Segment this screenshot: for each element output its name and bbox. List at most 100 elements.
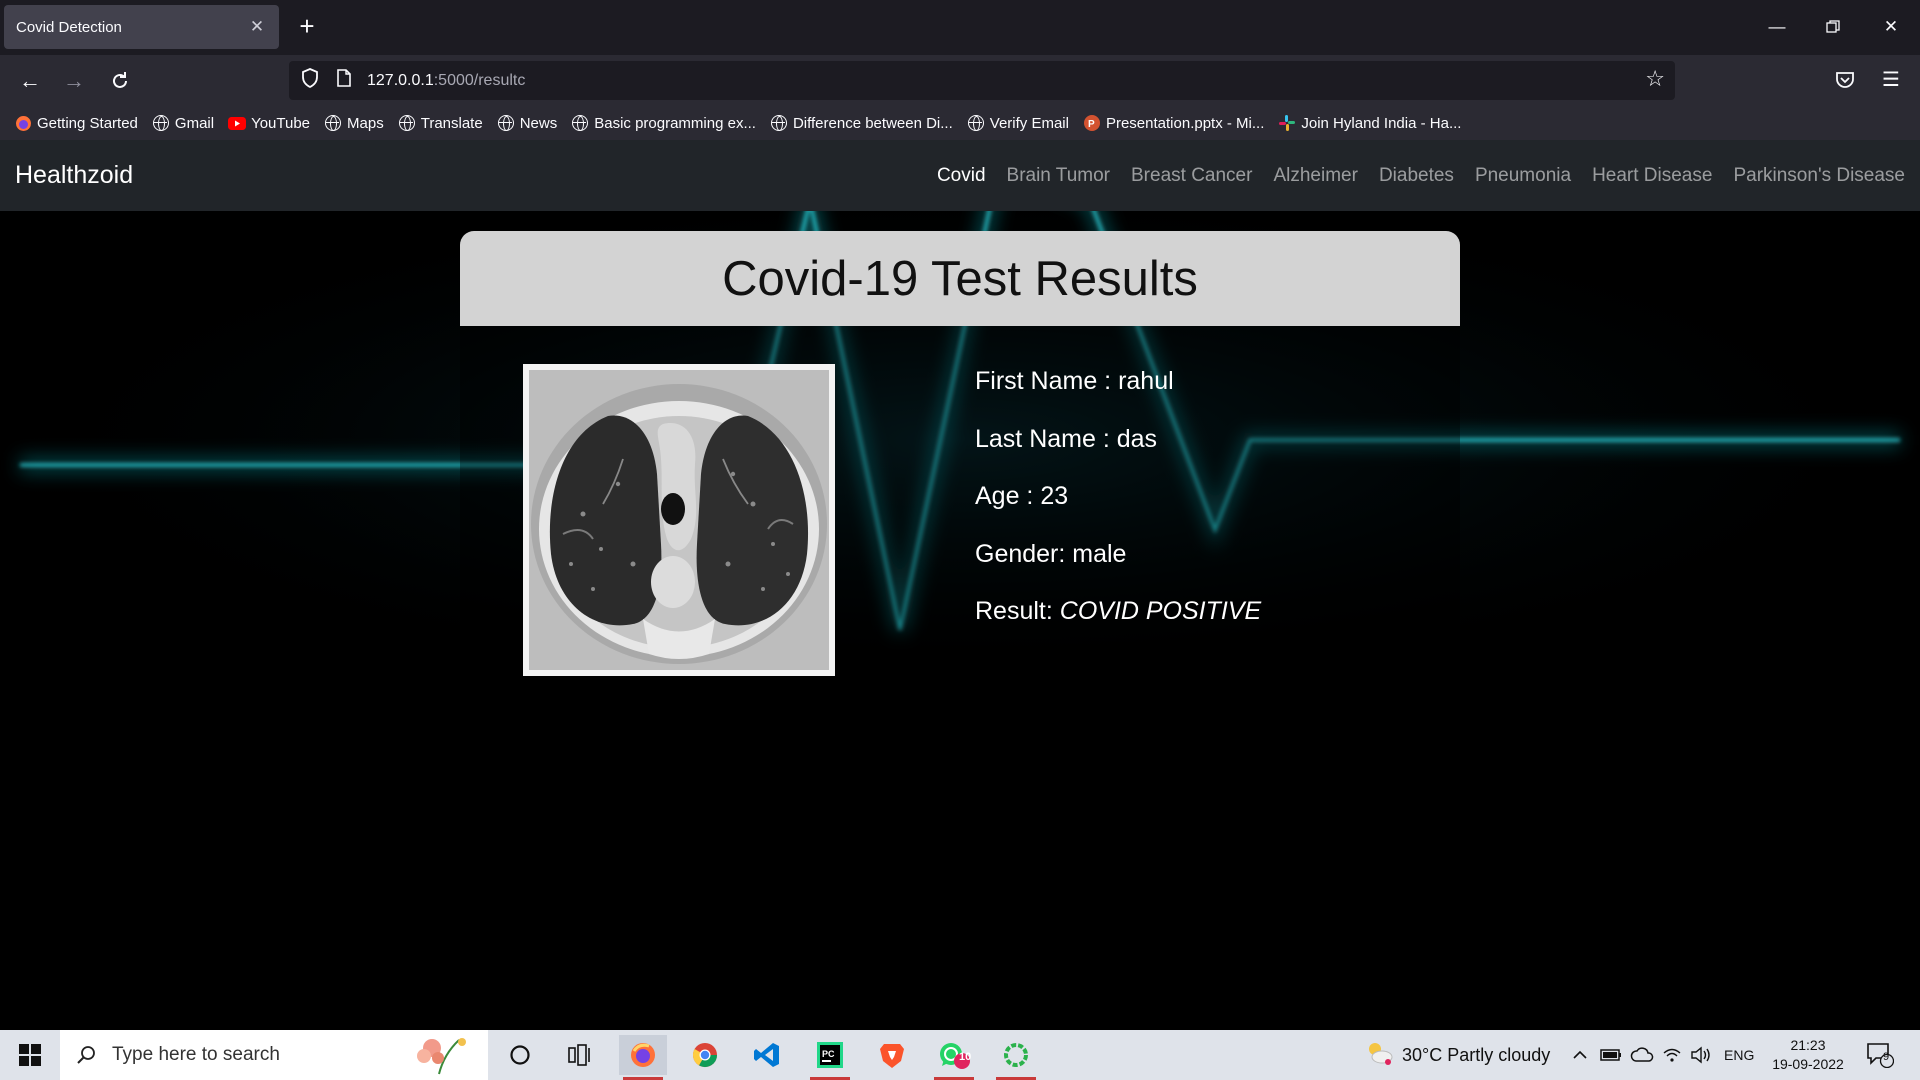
youtube-icon	[228, 114, 247, 132]
bookmark-translate[interactable]: Translate	[398, 114, 483, 132]
windows-start-icon[interactable]	[0, 1030, 60, 1080]
globe-icon	[770, 114, 788, 132]
last-name-text: Last Name : das	[975, 424, 1158, 453]
bookmark-gmail[interactable]: Gmail	[152, 114, 214, 132]
result-row: Result: COVID POSITIVE	[975, 596, 1261, 654]
bookmark-basic-programming[interactable]: Basic programming ex...	[571, 114, 756, 132]
patient-info: First Name : rahul Last Name : das Age :…	[975, 366, 1261, 654]
windows-taskbar: Type here to search PC 10 30°C Partly cl…	[0, 1030, 1920, 1080]
bookmark-label: Translate	[420, 114, 483, 132]
bookmark-youtube[interactable]: YouTube	[228, 114, 310, 132]
browser-tab-active[interactable]: Covid Detection ✕	[4, 5, 279, 49]
green-ring-app-icon[interactable]	[992, 1035, 1040, 1080]
brave-taskbar-icon[interactable]	[868, 1035, 916, 1075]
nav-link-pneumonia[interactable]: Pneumonia	[1475, 165, 1571, 187]
globe-icon	[324, 114, 342, 132]
search-placeholder: Type here to search	[112, 1044, 280, 1065]
volume-icon[interactable]	[1690, 1030, 1712, 1080]
nav-link-parkinsons-disease[interactable]: Parkinson's Disease	[1733, 165, 1905, 187]
onedrive-cloud-icon[interactable]	[1630, 1030, 1654, 1080]
battery-icon[interactable]	[1600, 1030, 1622, 1080]
bookmark-label: Verify Email	[989, 114, 1069, 132]
address-bar[interactable]: 127.0.0.1:5000/resultc ☆	[289, 61, 1675, 100]
nav-link-brain-tumor[interactable]: Brain Tumor	[1007, 165, 1110, 187]
whatsapp-badge: 10	[959, 1051, 972, 1063]
notifications-icon[interactable]: 9	[1866, 1030, 1894, 1080]
nav-link-alzheimer[interactable]: Alzheimer	[1273, 165, 1357, 187]
wifi-icon[interactable]	[1662, 1030, 1682, 1080]
show-hidden-icons-chevron-icon[interactable]	[1572, 1030, 1588, 1080]
shield-icon[interactable]	[299, 68, 321, 93]
bookmark-difference-between[interactable]: Difference between Di...	[770, 114, 953, 132]
minimize-window-icon[interactable]: —	[1754, 10, 1800, 44]
url-path: :5000/resultc	[433, 71, 526, 89]
nav-link-diabetes[interactable]: Diabetes	[1379, 165, 1454, 187]
vscode-taskbar-icon[interactable]	[743, 1035, 791, 1075]
pycharm-taskbar-icon[interactable]: PC	[806, 1035, 854, 1080]
first-name-text: First Name : rahul	[975, 367, 1174, 395]
page-info-icon[interactable]	[333, 69, 355, 92]
bookmark-news[interactable]: News	[497, 114, 557, 132]
globe-icon	[152, 114, 170, 132]
forward-arrow-icon[interactable]: →	[58, 65, 90, 97]
hamburger-menu-icon[interactable]: ☰	[1876, 67, 1906, 97]
bookmark-label: Basic programming ex...	[594, 114, 756, 132]
bookmark-label: Presentation.pptx - Mi...	[1105, 114, 1265, 132]
weather-widget[interactable]: 30°C Partly cloudy	[1364, 1030, 1550, 1080]
site-nav-links: Covid Brain Tumor Breast Cancer Alzheime…	[916, 165, 1905, 187]
firefox-icon	[14, 114, 32, 132]
restore-window-icon[interactable]	[1810, 10, 1856, 44]
flower-doodle-icon	[404, 1034, 474, 1080]
globe-icon	[398, 114, 416, 132]
powerpoint-icon: P	[1083, 114, 1101, 132]
globe-icon	[967, 114, 985, 132]
url-text: 127.0.0.1:5000/resultc	[367, 72, 525, 90]
bookmark-label: Difference between Di...	[792, 114, 953, 132]
taskbar-search-input[interactable]: Type here to search	[60, 1030, 488, 1080]
globe-icon	[571, 114, 589, 132]
svg-text:P: P	[1088, 119, 1095, 130]
ct-scan-image	[523, 364, 835, 676]
bookmark-join-hyland[interactable]: Join Hyland India - Ha...	[1278, 114, 1461, 132]
cortana-icon[interactable]	[496, 1035, 544, 1075]
bookmarks-toolbar: Getting Started Gmail YouTube Maps Trans…	[0, 106, 1920, 140]
back-arrow-icon[interactable]: ←	[14, 65, 46, 97]
nav-link-heart-disease[interactable]: Heart Disease	[1592, 165, 1712, 187]
tab-title: Covid Detection	[16, 18, 122, 36]
chrome-taskbar-icon[interactable]	[681, 1035, 729, 1075]
results-card-header: Covid-19 Test Results	[460, 231, 1460, 326]
result-value: COVID POSITIVE	[1059, 597, 1262, 625]
nav-link-covid[interactable]: Covid	[937, 165, 986, 187]
bookmark-label: Gmail	[174, 114, 215, 132]
close-tab-icon[interactable]: ✕	[247, 17, 267, 37]
weather-text: 30°C Partly cloudy	[1402, 1044, 1551, 1065]
bookmark-getting-started[interactable]: Getting Started	[14, 114, 138, 132]
search-icon	[76, 1045, 96, 1065]
bookmark-label: YouTube	[251, 114, 311, 132]
bookmark-label: Maps	[347, 114, 384, 132]
globe-icon	[497, 114, 515, 132]
site-brand[interactable]: Healthzoid	[15, 161, 916, 190]
bookmark-star-icon[interactable]: ☆	[1645, 66, 1665, 92]
result-label: Result:	[975, 597, 1060, 625]
reload-icon[interactable]	[104, 65, 136, 97]
language-indicator[interactable]: ENG	[1724, 1030, 1754, 1080]
url-host: 127.0.0.1	[367, 71, 434, 89]
page-title: Covid-19 Test Results	[722, 251, 1198, 306]
whatsapp-taskbar-icon[interactable]: 10	[930, 1035, 978, 1080]
bookmark-maps[interactable]: Maps	[324, 114, 384, 132]
firefox-taskbar-icon[interactable]	[619, 1035, 667, 1080]
new-tab-icon[interactable]: +	[292, 11, 322, 41]
bookmark-verify-email[interactable]: Verify Email	[967, 114, 1069, 132]
age-text: Age : 23	[975, 482, 1069, 510]
pocket-icon[interactable]	[1830, 67, 1860, 97]
page-viewport: Healthzoid Covid Brain Tumor Breast Canc…	[0, 140, 1920, 1030]
taskbar-clock[interactable]: 21:23 19-09-2022	[1768, 1036, 1848, 1074]
close-window-icon[interactable]: ✕	[1868, 10, 1914, 44]
bookmark-presentation[interactable]: P Presentation.pptx - Mi...	[1083, 114, 1264, 132]
weather-icon	[1364, 1040, 1394, 1071]
task-view-icon[interactable]	[556, 1035, 604, 1075]
browser-tabstrip: Covid Detection ✕ + — ✕	[0, 0, 1920, 55]
notifications-count: 9	[1883, 1051, 1890, 1063]
nav-link-breast-cancer[interactable]: Breast Cancer	[1131, 165, 1252, 187]
